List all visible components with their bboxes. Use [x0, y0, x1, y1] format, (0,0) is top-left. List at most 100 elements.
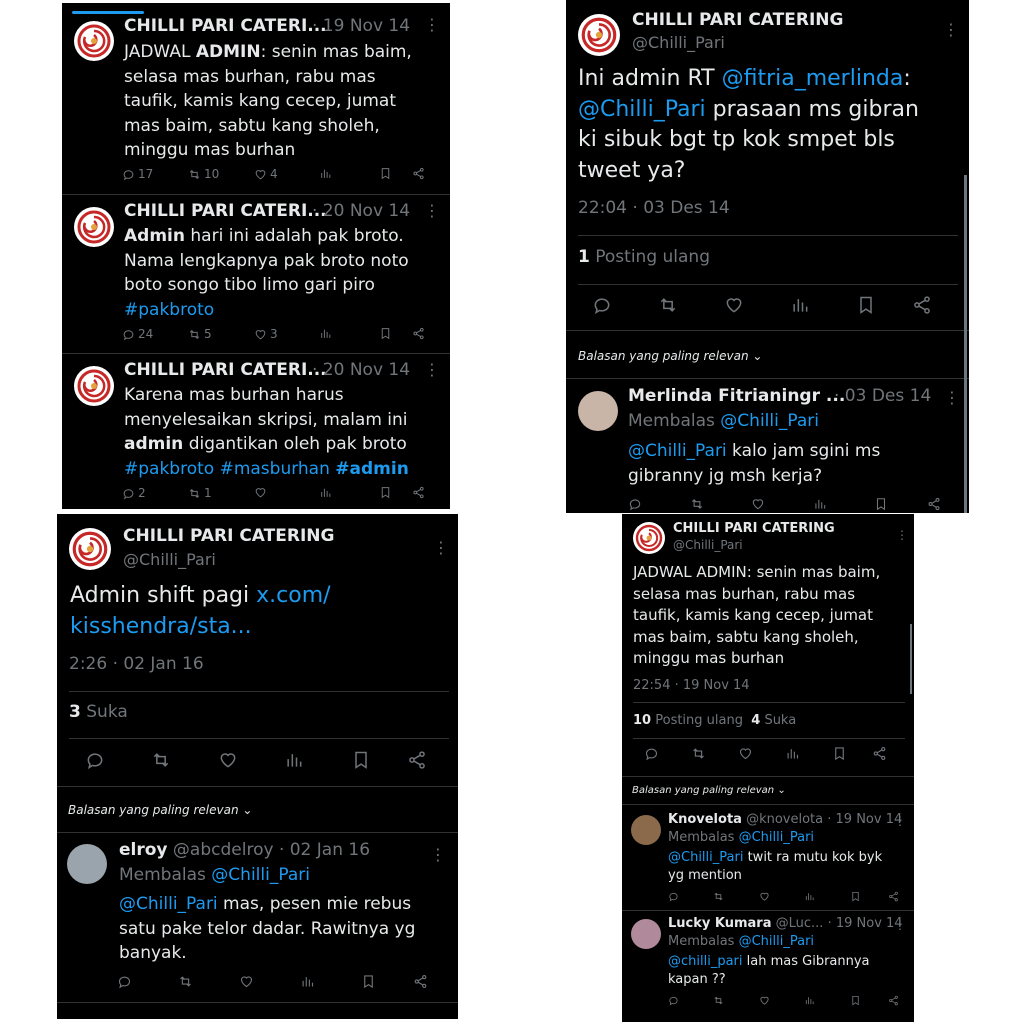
mention-link[interactable]: @fitria_merlinda [722, 66, 904, 91]
sort-relevan[interactable]: Balasan yang paling relevan ⌄ [632, 785, 786, 796]
like-icon[interactable] [738, 746, 753, 761]
tweet-date[interactable]: · 20 Nov 14 [312, 201, 410, 221]
author-name[interactable]: Lucky Kumara [668, 916, 772, 931]
reply-icon[interactable] [122, 487, 135, 500]
like-icon[interactable] [254, 486, 267, 499]
views-icon[interactable] [319, 327, 332, 340]
avatar[interactable] [69, 528, 111, 570]
bookmark-icon[interactable] [379, 167, 392, 180]
bookmark-icon[interactable] [850, 995, 861, 1006]
reply-icon[interactable] [644, 746, 659, 761]
retweet-icon[interactable] [691, 746, 706, 761]
retweet-icon[interactable] [188, 328, 201, 341]
mention-link[interactable]: @Chilli_Pari [119, 894, 218, 914]
share-icon[interactable] [888, 995, 899, 1006]
retweet-icon[interactable] [151, 750, 171, 770]
more-icon[interactable]: ⋮ [894, 814, 906, 828]
more-icon[interactable]: ⋮ [424, 15, 440, 34]
bookmark-icon[interactable] [874, 497, 888, 511]
views-icon[interactable] [785, 746, 800, 761]
avatar[interactable] [631, 815, 661, 845]
more-icon[interactable]: ⋮ [433, 538, 449, 557]
author-name[interactable]: Merlinda Fitrianingr ... [628, 386, 845, 406]
retweet-icon[interactable] [713, 891, 724, 902]
share-icon[interactable] [888, 891, 899, 902]
hashtag[interactable]: #pakbroto [124, 300, 214, 320]
like-icon[interactable] [759, 891, 770, 902]
author-handle[interactable]: @Chilli_Pari [632, 33, 725, 52]
tweet[interactable]: CHILLI PARI CATERI... · 19 Nov 14 ⋮ JADW… [62, 3, 450, 193]
mention-link[interactable]: @Chilli_Pari [739, 830, 814, 845]
reply[interactable]: Lucky Kumara @Luc... · 19 Nov 14 ⋮ Memba… [622, 911, 914, 1022]
post-stats[interactable]: 10 Posting ulang 4 Suka [633, 713, 796, 728]
views-icon[interactable] [804, 995, 815, 1006]
like-icon[interactable] [724, 295, 744, 315]
author-handle[interactable]: @knovelota [746, 812, 823, 827]
scrollbar[interactable] [910, 624, 912, 694]
reply[interactable]: Knovelota @knovelota · 19 Nov 14 ⋮ Memba… [622, 804, 914, 910]
reply-date[interactable]: · 19 Nov 14 [827, 812, 902, 827]
reply-icon[interactable] [668, 891, 679, 902]
author-handle[interactable]: @Chilli_Pari [123, 550, 216, 569]
mention-link[interactable]: @Chilli_Pari [668, 850, 743, 865]
timestamp[interactable]: 22:54 · 19 Nov 14 [633, 678, 750, 693]
author-name[interactable]: CHILLI PARI CATERING [123, 526, 334, 546]
hashtag[interactable]: #pakbroto #masburhan [124, 459, 335, 479]
avatar[interactable] [631, 919, 661, 949]
bookmark-icon[interactable] [351, 750, 371, 770]
reply-icon[interactable] [668, 995, 679, 1006]
reply-icon[interactable] [85, 750, 105, 770]
like-icon[interactable] [751, 497, 765, 511]
avatar[interactable] [74, 207, 114, 247]
views-icon[interactable] [300, 974, 315, 989]
reply-date[interactable]: · 19 Nov 14 [828, 916, 903, 931]
reply-icon[interactable] [628, 497, 642, 511]
retweet-icon[interactable] [658, 295, 678, 315]
mention-link[interactable]: @Chilli_Pari [739, 934, 814, 949]
mention-link[interactable]: @Chilli_Pari [720, 411, 819, 431]
sort-relevan[interactable]: Balasan yang paling relevan ⌄ [68, 803, 252, 817]
more-icon[interactable]: ⋮ [424, 201, 440, 220]
author-name[interactable]: CHILLI PARI CATERI... [124, 16, 327, 36]
retweet-icon[interactable] [178, 974, 193, 989]
reply-icon[interactable] [122, 168, 135, 181]
timestamp[interactable]: 22:04 · 03 Des 14 [578, 198, 730, 218]
reply-icon[interactable] [122, 328, 135, 341]
share-icon[interactable] [407, 750, 427, 770]
share-icon[interactable] [927, 497, 941, 511]
bookmark-icon[interactable] [850, 891, 861, 902]
more-icon[interactable]: ⋮ [943, 20, 959, 39]
scrollbar[interactable] [964, 175, 967, 513]
views-icon[interactable] [804, 891, 815, 902]
author-handle[interactable]: @Chilli_Pari [673, 538, 743, 552]
repost-stat[interactable]: 1 Posting ulang [578, 247, 710, 267]
bookmark-icon[interactable] [379, 327, 392, 340]
avatar[interactable] [74, 21, 114, 61]
author-name[interactable]: CHILLI PARI CATERI... [124, 201, 327, 221]
like-icon[interactable] [254, 328, 267, 341]
share-icon[interactable] [412, 486, 425, 499]
tweet-date[interactable]: · 19 Nov 14 [312, 16, 410, 36]
timestamp[interactable]: 2:26 · 02 Jan 16 [69, 654, 204, 674]
avatar[interactable] [578, 14, 620, 56]
share-icon[interactable] [413, 974, 428, 989]
author-name[interactable]: Knovelota [668, 812, 742, 827]
mention-link[interactable]: @Chilli_Pari [211, 865, 310, 885]
share-icon[interactable] [412, 167, 425, 180]
share-icon[interactable] [912, 295, 932, 315]
views-icon[interactable] [284, 750, 304, 770]
like-icon[interactable] [254, 168, 267, 181]
views-icon[interactable] [813, 497, 827, 511]
retweet-icon[interactable] [188, 487, 201, 500]
bookmark-icon[interactable] [856, 295, 876, 315]
avatar[interactable] [578, 391, 618, 431]
mention-link[interactable]: @chilli_pari [668, 954, 743, 969]
more-icon[interactable]: ⋮ [430, 845, 446, 864]
reply-icon[interactable] [117, 974, 132, 989]
share-icon[interactable] [872, 746, 887, 761]
like-icon[interactable] [239, 974, 254, 989]
author-handle[interactable]: @Luc... [776, 916, 824, 931]
bookmark-icon[interactable] [379, 486, 392, 499]
more-icon[interactable]: ⋮ [944, 388, 960, 407]
retweet-icon[interactable] [713, 995, 724, 1006]
